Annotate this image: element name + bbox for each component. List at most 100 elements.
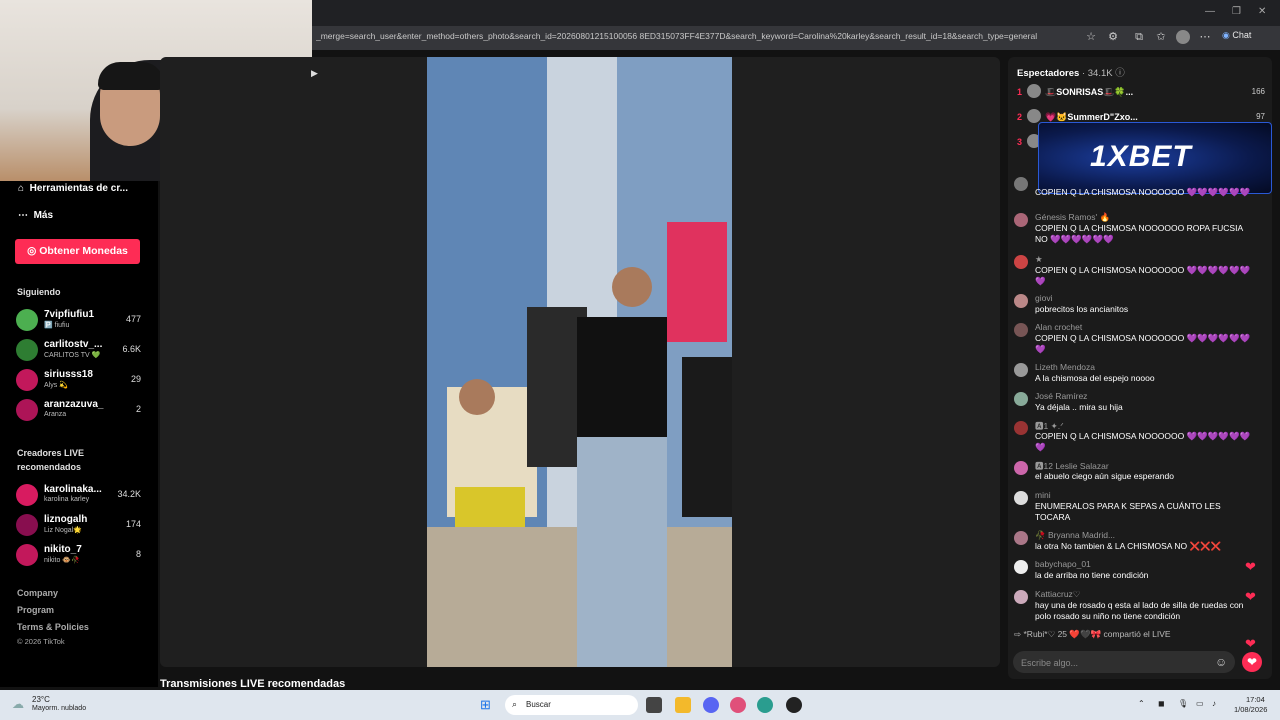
chat-username: José Ramírez [1035,391,1088,401]
chat-text: COPIEN Q LA CHISMOSA NOOOOOO 💜💜💜💜💜💜 [1035,187,1251,197]
following-title: Siguiendo [17,287,61,297]
share-notice: ⇨ *Rubi*♡ 25 ❤️🖤🎀 compartió el LIVE [1014,629,1264,643]
task-view-icon[interactable] [646,697,662,713]
chat-message[interactable]: babychapo_01 la de arriba no tiene condic… [1014,559,1264,583]
account-name: nikito_7 [44,544,82,555]
chat-text: Ya déjala .. mira su hija [1035,402,1123,412]
favorites-icon[interactable]: ✩ [1154,30,1168,44]
footer-company[interactable]: Company [17,588,58,598]
chat-button[interactable]: ◉ Chat [1222,30,1251,41]
account-nickname: 🅿️ fiufiu [44,322,70,329]
home-icon: ⌂ [18,183,25,194]
avatar [16,309,38,331]
viewers-header[interactable]: Espectadores · 34.1K ⓘ [1017,65,1125,79]
share-icon: ⇨ [1014,629,1022,639]
network-icon[interactable]: ▭ [1196,699,1204,708]
windows-start-icon[interactable]: ⊞ [480,697,491,713]
account-name: liznogalh [44,514,88,525]
taskbar-search-icon: ⌕ [512,699,518,709]
edge-icon[interactable] [757,697,773,713]
bookmark-star-icon[interactable]: ☆ [1084,30,1098,44]
volume-icon[interactable]: ♪ [1212,699,1216,708]
chat-text: el abuelo ciego aún sigue esperando [1035,471,1174,481]
viewer-count: 34.2K [117,489,141,499]
profile-icon[interactable] [1176,30,1190,44]
tray-app-icon[interactable]: ◼ [1158,699,1165,708]
sidebar-item-more[interactable]: ⋯ Más [18,210,53,221]
chat-message[interactable]: Génesis Ramos' 🔥 COPIEN Q LA CHISMOSA NOO… [1014,212,1264,250]
chat-message[interactable]: mini ENUMERALOS PARA K SEPAS A CUÁNTO LES… [1014,490,1264,526]
tray-chevron-icon[interactable]: ⌃ [1138,699,1145,708]
account-nickname: nikito 🐵🥀 [44,557,80,564]
chat-message[interactable]: Alan crochet COPIEN Q LA CHISMOSA NOOOOOO… [1014,322,1264,358]
extension-icon[interactable]: ⚙ [1106,30,1120,44]
sidebar-account[interactable]: liznogalh Liz Nogal🌟 174 [16,514,141,540]
chat-message[interactable]: giovi pobrecitos los ancianitos [1014,293,1264,317]
chat-text: COPIEN Q LA CHISMOSA NOOOOOO 💜💜💜💜💜💜💜 [1035,333,1251,354]
chat-username: Génesis Ramos' 🔥 [1035,212,1111,222]
chat-text: COPIEN Q LA CHISMOSA NOOOOOO 💜💜💜💜💜💜💜 [1035,431,1251,452]
chat-message[interactable]: José Ramírez Ya déjala .. mira su hija [1014,391,1264,415]
chat-message[interactable]: COPIEN Q LA CHISMOSA NOOOOOO 💜💜💜💜💜💜 [1014,176,1264,206]
weather-temp[interactable]: 23°C [32,695,50,704]
sidebar-account[interactable]: 7vipfiufiu1 🅿️ fiufiu 477 [16,309,141,335]
account-name: siriusss18 [44,369,93,380]
chat-text: ENUMERALOS PARA K SEPAS A CUÁNTO LES TOC… [1035,501,1221,522]
taskbar-search[interactable] [505,695,638,715]
woman-jeans [577,437,667,667]
copilot-app-icon[interactable] [730,697,746,713]
recommended-title: Creadores LIVE recomendados [17,448,85,472]
sidebar-account[interactable]: carlitostv_... CARLITOS TV 💚 6.6K [16,339,141,365]
minimize-icon[interactable]: — [1205,6,1215,17]
chat-message[interactable]: 🥀 Bryanna Madrid... la otra No tambien & … [1014,530,1264,554]
discord-icon[interactable] [703,697,719,713]
sidebar-account[interactable]: nikito_7 nikito 🐵🥀 8 [16,544,141,570]
menu-dots-icon[interactable]: ⋯ [1198,30,1212,44]
account-nickname: Alys 💫 [44,382,68,389]
avatar [1027,109,1041,123]
maximize-icon[interactable]: ❐ [1232,6,1241,17]
rank-number: 3 [1017,137,1023,147]
woman-head [612,267,652,307]
avatar [1014,363,1028,377]
avatar [16,369,38,391]
ranking-score: 166 [1251,87,1265,96]
avatar [1014,461,1028,475]
weather-desc[interactable]: Mayorm. nublado [32,705,86,712]
close-icon[interactable]: ✕ [1258,6,1266,17]
chat-text: la otra No tambien & LA CHISMOSA NO ❌❌❌ [1035,541,1222,551]
clock-time[interactable]: 17:04 [1246,695,1265,704]
avatar [1014,560,1028,574]
chat-message[interactable]: ★ COPIEN Q LA CHISMOSA NOOOOOO 💜💜💜💜💜💜💜 [1014,254,1264,290]
expand-arrow-icon[interactable]: ▶ [311,68,318,79]
windows-taskbar [0,690,1280,720]
like-heart-button[interactable]: ❤ [1242,652,1262,672]
url-text[interactable]: _merge=search_user&enter_method=others_p… [316,31,1076,41]
sidebar-account[interactable]: karolinaka... karolina karley 34.2K [16,484,141,510]
chat-message[interactable]: Lizeth Mendoza A la chismosa del espejo n… [1014,362,1264,386]
file-explorer-icon[interactable] [675,697,691,713]
footer-program[interactable]: Program [17,605,54,615]
avatar [1014,531,1028,545]
chat-message[interactable]: Kattiacruz♡ hay una de rosado q esta al l… [1014,589,1264,625]
emoji-icon[interactable]: ☺ [1215,655,1227,669]
live-video[interactable] [427,57,732,667]
viewers-count: · 34.1K [1081,68,1113,79]
avatar [1014,177,1028,191]
footer-terms[interactable]: Terms & Policies [17,622,89,632]
mic-icon[interactable]: 🎙 [1178,699,1188,708]
sidebar-account[interactable]: siriusss18 Alys 💫 29 [16,369,141,395]
sidebar-item-label: Más [33,210,54,221]
puzzle-icon[interactable]: ⧉ [1132,30,1146,44]
get-coins-button[interactable]: ◎ Obtener Monedas [15,239,140,264]
get-coins-label: Obtener Monedas [39,245,128,257]
chat-message[interactable]: 🅰12 Leslie Salazar el abuelo ciego aún si… [1014,460,1264,484]
account-name: carlitostv_... [44,339,103,350]
chat-message[interactable]: 🅰1 ✦.ᐟ COPIEN Q LA CHISMOSA NOOOOOO 💜💜💜💜💜… [1014,420,1264,456]
obs-icon[interactable] [786,697,802,713]
account-nickname: CARLITOS TV 💚 [44,352,101,359]
clock-date[interactable]: 1/08/2026 [1234,705,1267,714]
sidebar-item-tools[interactable]: ⌂ Herramientas de cr... [18,183,128,194]
ranking-row[interactable]: 1 🎩SONRISAS🎩🍀... 166 [1017,84,1265,100]
sidebar-account[interactable]: aranzazuva_ Aranza 2 [16,399,141,425]
